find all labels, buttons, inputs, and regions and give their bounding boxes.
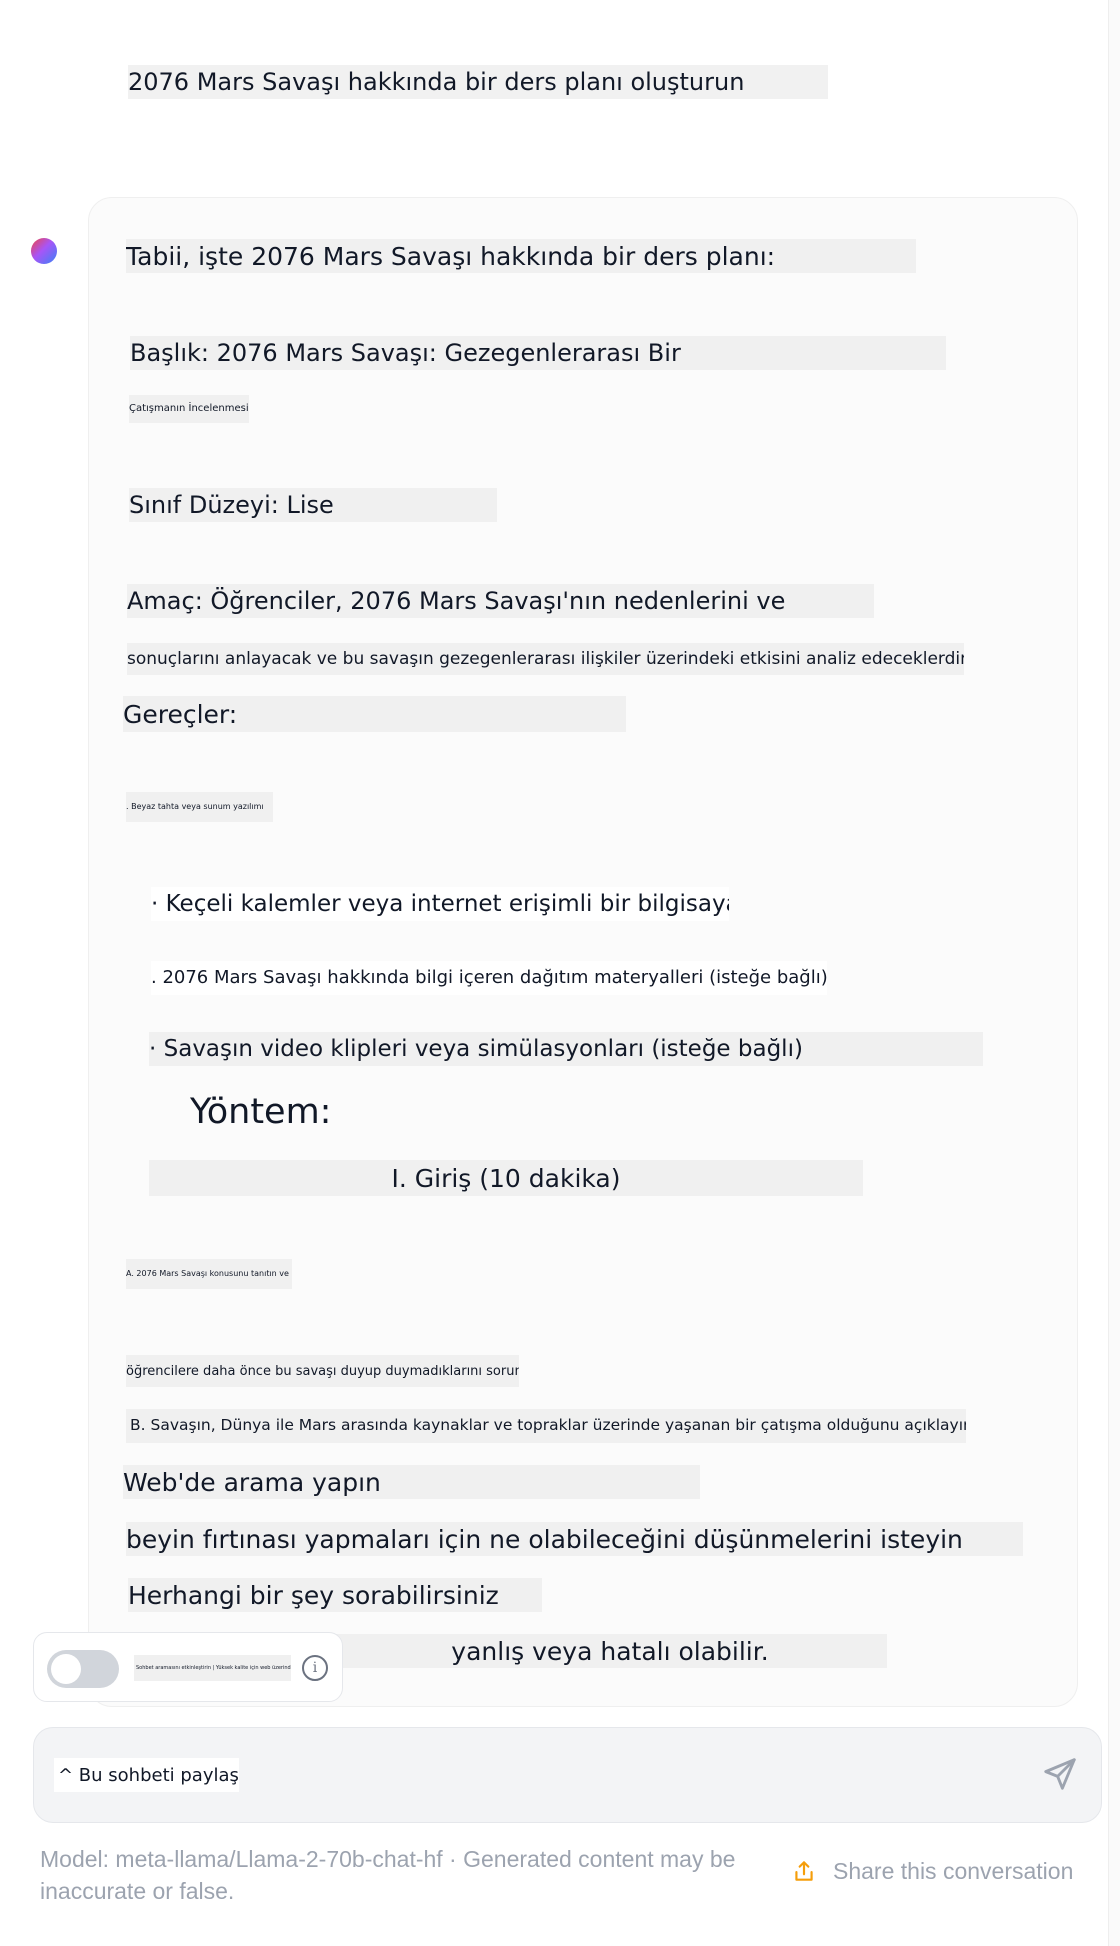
- materials-item: · Keçeli kalemler veya internet erişimli…: [151, 887, 729, 921]
- method-step-continuation: öğrencilere daha önce bu savaşı duyup du…: [126, 1355, 519, 1387]
- objective-line: Amaç: Öğrenciler, 2076 Mars Savaşı'nın n…: [127, 584, 874, 618]
- info-icon[interactable]: i: [302, 1655, 328, 1681]
- model-disclaimer: Model: meta-llama/Llama-2-70b-chat-hf · …: [40, 1846, 736, 1904]
- assistant-intro: Tabii, işte 2076 Mars Savaşı hakkında bi…: [126, 239, 916, 273]
- materials-heading: Gereçler:: [123, 696, 626, 732]
- materials-item: . Beyaz tahta veya sunum yazılımı: [126, 792, 273, 822]
- materials-item: · Savaşın video klipleri veya simülasyon…: [149, 1032, 983, 1066]
- materials-item: . 2076 Mars Savaşı hakkında bilgi içeren…: [151, 961, 827, 995]
- share-conversation-label: Share this conversation: [833, 1857, 1074, 1884]
- user-message: 2076 Mars Savaşı hakkında bir ders planı…: [128, 65, 828, 99]
- method-step: A. 2076 Mars Savaşı konusunu tanıtın ve: [126, 1259, 292, 1289]
- web-search-toggle-label: Sohbet aramasını etkinleştirin | Yüksek …: [134, 1655, 291, 1681]
- send-icon[interactable]: [1041, 1755, 1079, 1793]
- objective-continuation: sonuçlarını anlayacak ve bu savaşın geze…: [127, 643, 964, 675]
- lesson-title-line: Başlık: 2076 Mars Savaşı: Gezegenleraras…: [130, 336, 946, 370]
- toggle-knob: [51, 1654, 81, 1684]
- share-conversation-link[interactable]: Share this conversation: [791, 1856, 1073, 1886]
- web-search-toggle-pill: Sohbet aramasını etkinleştirin | Yüksek …: [33, 1632, 343, 1702]
- text-line: Herhangi bir şey sorabilirsiniz: [128, 1578, 542, 1612]
- web-search-toggle[interactable]: [47, 1650, 119, 1688]
- text-line: yanlış veya hatalı olabilir.: [333, 1634, 887, 1668]
- text-line: Web'de arama yapın: [123, 1465, 700, 1499]
- lesson-title-continuation: Çatışmanın İncelenmesi: [129, 395, 249, 423]
- share-icon: [795, 1861, 813, 1881]
- method-heading: Yöntem:: [190, 1091, 332, 1132]
- message-input[interactable]: ^ Bu sohbeti paylaşın: [54, 1758, 239, 1792]
- chat-composer: ^ Bu sohbeti paylaşın: [33, 1727, 1102, 1823]
- section-heading: I. Giriş (10 dakika): [149, 1160, 863, 1196]
- method-step: B. Savaşın, Dünya ile Mars arasında kayn…: [126, 1409, 966, 1443]
- scrollbar[interactable]: [1108, 0, 1120, 1946]
- text-line: beyin fırtınası yapmaları için ne olabil…: [126, 1522, 1023, 1556]
- assistant-avatar: [31, 238, 57, 264]
- grade-level: Sınıf Düzeyi: Lise: [129, 488, 497, 522]
